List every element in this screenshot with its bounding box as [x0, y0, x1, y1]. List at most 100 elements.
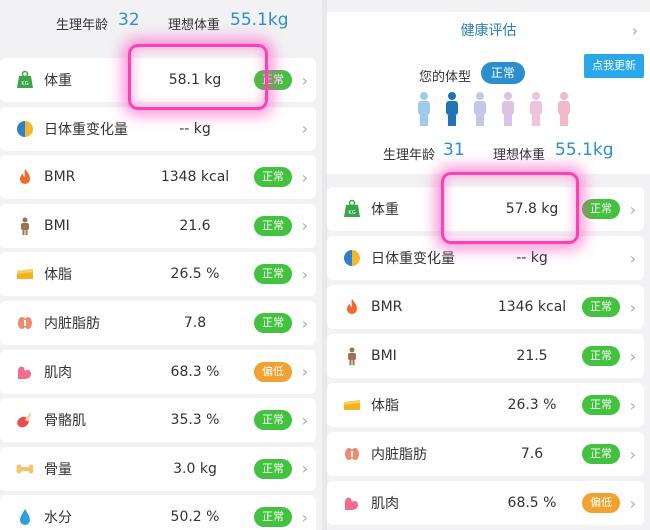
status-badge: 正常 — [254, 215, 292, 236]
visceral-fat-icon — [14, 312, 36, 334]
metric-label: 体重 — [371, 202, 399, 218]
status-badge: 正常 — [254, 313, 292, 333]
metric-value: 1346 kcal — [497, 299, 567, 315]
chevron-right-icon: › — [629, 493, 636, 513]
ideal-weight-value: 55.1kg — [555, 140, 614, 160]
weight-change-icon — [14, 118, 36, 140]
ideal-weight-label: 理想体重 — [493, 148, 546, 163]
visceral-fat-icon — [341, 443, 363, 465]
metric-value: 1348 kcal — [160, 169, 230, 186]
chevron-right-icon: › — [301, 167, 308, 187]
metric-row[interactable]: BMI 21.6 正常 › — [0, 203, 316, 248]
scale-icon: KG — [14, 69, 36, 91]
status-badge: 正常 — [582, 395, 620, 415]
chevron-right-icon: › — [301, 410, 308, 430]
metric-row[interactable]: KG 体重 57.8 kg 正常 › — [327, 187, 644, 231]
status-badge: 正常 — [582, 199, 620, 219]
metric-label: BMR — [44, 169, 76, 186]
metric-row[interactable]: 日体重变化量 -- kg › — [0, 106, 316, 151]
metric-value: 35.3 % — [170, 412, 220, 429]
chevron-right-icon: › — [631, 20, 638, 40]
chevron-right-icon: › — [629, 444, 636, 464]
health-assessment-title: 健康评估 — [460, 23, 517, 39]
chevron-right-icon: › — [301, 264, 308, 284]
metric-value: 58.1 kg — [168, 72, 222, 88]
metric-value: 50.2 % — [170, 509, 220, 526]
metric-value: 68.3 % — [170, 363, 220, 380]
metric-row[interactable]: KG 体重 58.1 kg 正常 › — [0, 58, 316, 102]
metric-row[interactable]: 肌肉 68.3 % 偏低 › — [0, 349, 316, 394]
muscle-icon — [14, 361, 36, 383]
health-assessment-header[interactable]: 健康评估 › — [327, 12, 650, 48]
metric-value: -- kg — [516, 250, 548, 266]
metric-label: 肌肉 — [371, 496, 399, 512]
metric-label: BMR — [371, 299, 403, 315]
metric-row[interactable]: 水分 50.2 % 正常 › — [0, 495, 316, 530]
body-type-section: 您的体型 正常 点我更新 生理年龄 31 理想体重 55.1kg — [327, 48, 650, 174]
metric-row[interactable]: 肌肉 68.5 % 偏低 › — [327, 481, 644, 525]
status-badge: 正常 — [254, 458, 292, 479]
metric-value: 7.8 — [183, 315, 207, 331]
metric-row[interactable]: BMR 1346 kcal 正常 › — [327, 285, 644, 329]
svg-text:KG: KG — [21, 81, 28, 87]
chevron-right-icon: › — [301, 313, 308, 333]
metric-row[interactable]: BMI 21.5 正常 › — [327, 334, 644, 378]
metric-row[interactable]: 骨量 3.0 kg 正常 › — [0, 446, 316, 491]
metric-row[interactable]: BMR 1348 kcal 正常 › — [0, 155, 316, 200]
weight-change-icon — [341, 247, 363, 269]
chevron-right-icon: › — [629, 395, 636, 415]
body-figure-icon — [499, 92, 517, 126]
metric-row[interactable]: 内脏脂肪 7.6 正常 › — [327, 432, 644, 476]
flame-icon — [341, 296, 363, 318]
age-label: 生理年龄 — [383, 148, 436, 163]
left-screen: 生理年龄 32 理想体重 55.1kg KG 体重 58.1 kg 正常 › 日体重变化量… — [0, 0, 322, 530]
right-screen: 健康评估 › 您的体型 正常 点我更新 生理年龄 31 理想体重 55.1kg … — [327, 0, 650, 530]
chevron-right-icon: › — [301, 119, 308, 139]
person-icon — [341, 345, 363, 367]
metric-label: 水分 — [44, 510, 72, 527]
status-badge: 偏低 — [582, 493, 620, 513]
body-fat-icon — [341, 394, 363, 416]
metric-row[interactable]: 体脂 26.5 % 正常 › — [0, 252, 316, 297]
status-badge: 正常 — [254, 410, 292, 431]
chevron-right-icon: › — [629, 297, 636, 317]
ideal-weight-label: 理想体重 — [168, 18, 221, 33]
metric-row[interactable]: 骨骼肌 35.3 % 正常 › — [0, 398, 316, 443]
flame-icon — [14, 166, 36, 188]
metric-value: -- kg — [179, 120, 211, 137]
svg-text:KG: KG — [348, 210, 355, 216]
chevron-right-icon: › — [301, 362, 308, 382]
metric-row[interactable]: 体脂 26.3 % 正常 › — [327, 383, 644, 427]
body-type-badge: 正常 — [481, 62, 526, 84]
metric-label: 体脂 — [371, 398, 399, 414]
metric-label: 体脂 — [44, 267, 72, 284]
top-info: 生理年龄 31 理想体重 55.1kg — [327, 140, 650, 180]
body-type-figures — [415, 92, 573, 126]
metric-label: 日体重变化量 — [44, 121, 128, 138]
ideal-weight-value: 55.1kg — [230, 10, 289, 30]
person-icon — [14, 215, 36, 237]
metric-label: 内脏脂肪 — [44, 316, 100, 332]
metric-label: BMI — [371, 348, 397, 364]
body-figure-icon — [527, 92, 545, 126]
update-button[interactable]: 点我更新 — [584, 54, 644, 78]
status-badge: 正常 — [254, 167, 292, 188]
status-badge: 正常 — [582, 444, 620, 464]
metric-row[interactable]: 内脏脂肪 7.8 正常 › — [0, 301, 316, 345]
metric-value: 3.0 kg — [173, 460, 217, 477]
skeletal-muscle-icon — [14, 409, 36, 431]
metric-label: 内脏脂肪 — [371, 447, 427, 463]
metric-row[interactable]: 日体重变化量 -- kg › — [327, 236, 644, 280]
status-badge: 正常 — [582, 297, 620, 317]
scale-icon: KG — [341, 198, 363, 220]
body-fat-icon — [14, 263, 36, 285]
chevron-right-icon: › — [301, 70, 308, 90]
body-type-label: 您的体型 — [419, 70, 472, 85]
bone-icon — [14, 458, 36, 480]
status-badge: 正常 — [254, 507, 292, 528]
metric-label: 骨骼肌 — [44, 413, 86, 430]
metric-value: 7.6 — [520, 446, 544, 462]
muscle-icon — [341, 492, 363, 514]
body-figure-selected-icon — [443, 92, 461, 126]
metric-value: 21.6 — [179, 217, 211, 234]
